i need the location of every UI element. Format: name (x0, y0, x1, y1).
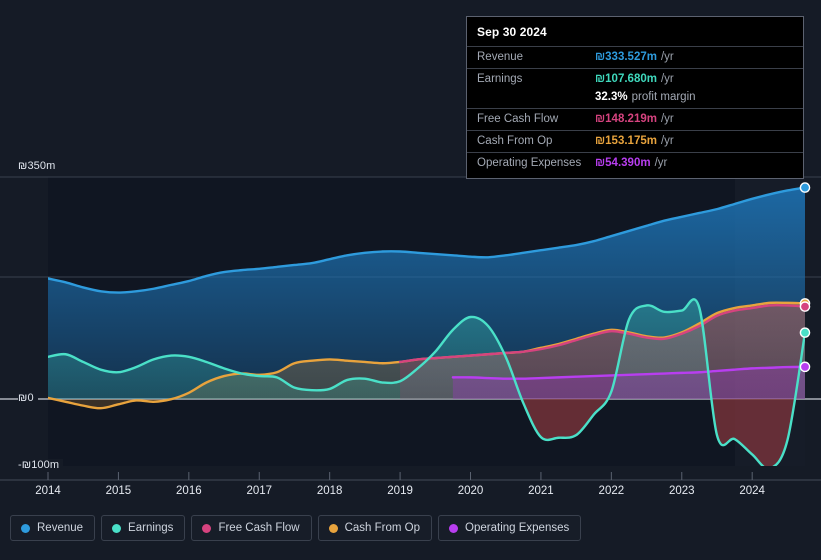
legend-item-earnings[interactable]: Earnings (101, 515, 186, 541)
legend-item-label: Cash From Op (344, 522, 421, 534)
y-axis-label-bottom: -₪100m (18, 459, 64, 471)
legend-item-cash-from-op[interactable]: Cash From Op (317, 515, 433, 541)
legend-color-dot-icon (112, 523, 122, 533)
x-axis-tick-label: 2023 (668, 485, 695, 497)
tooltip-metric-row: Operating Expenses ₪54.390m/yr (467, 152, 803, 174)
tooltip-metric-row: Free Cash Flow ₪148.219m/yr (467, 108, 803, 130)
tooltip-metric-row: Cash From Op ₪153.175m/yr (467, 130, 803, 152)
tooltip-metric-value: ₪153.175m (595, 135, 657, 147)
tooltip-value-group: 32.3% profit margin (595, 91, 696, 104)
tooltip-metric-row: Earnings ₪107.680m/yr (467, 68, 803, 90)
legend-item-label: Revenue (37, 522, 84, 534)
tooltip-value-group: ₪333.527m/yr (595, 51, 674, 64)
tooltip-metric-label: Cash From Op (477, 135, 553, 147)
legend-item-label: Free Cash Flow (218, 522, 300, 534)
tooltip-value-group: ₪54.390m/yr (595, 157, 667, 170)
tooltip-metric-value: 32.3% (595, 91, 628, 103)
tooltip-profit-margin-row: 32.3% profit margin (467, 90, 803, 108)
x-axis-tick-label: 2019 (387, 485, 413, 497)
financial-chart-widget: ₪350m ₪0 -₪100m 2014 2015 2016 2017 2018 2019… (0, 0, 821, 560)
x-axis-tick-label: 2015 (105, 485, 132, 497)
x-axis-tick-label: 2024 (739, 485, 765, 497)
tooltip-metric-value: ₪107.680m (595, 73, 657, 85)
tooltip-metric-unit: profit margin (631, 91, 696, 103)
x-axis-tick-label: 2017 (246, 485, 273, 497)
legend-color-dot-icon (449, 523, 459, 533)
data-tooltip: Sep 30 2024 Revenue ₪333.527m/yr Earnings ₪… (466, 16, 804, 179)
tooltip-metric-label: Operating Expenses (477, 157, 582, 169)
x-axis-tick-label: 2018 (316, 485, 343, 497)
legend-item-operating-expenses[interactable]: Operating Expenses (438, 515, 582, 541)
legend-item-label: Operating Expenses (465, 522, 570, 534)
y-axis-label-zero: ₪0 (18, 392, 38, 404)
tooltip-value-group: ₪148.219m/yr (595, 113, 674, 126)
tooltip-rows: Revenue ₪333.527m/yr Earnings ₪107.680m/yr 3… (467, 46, 803, 174)
legend-item-label: Earnings (128, 522, 174, 534)
legend-color-dot-icon (21, 523, 30, 533)
x-axis-tick-label: 2021 (528, 485, 554, 497)
tooltip-date: Sep 30 2024 (477, 25, 547, 39)
legend-item-free-cash-flow[interactable]: Free Cash Flow (191, 515, 312, 541)
x-axis-tick-label: 2016 (176, 485, 202, 497)
chart-legend[interactable]: Revenue Earnings Free Cash Flow Cash From O… (10, 515, 582, 541)
tooltip-value-group: ₪107.680m/yr (595, 73, 674, 86)
legend-item-revenue[interactable]: Revenue (10, 515, 96, 541)
legend-color-dot-icon (328, 523, 338, 533)
tooltip-value-group: ₪153.175m/yr (595, 135, 674, 148)
tooltip-metric-unit: /yr (660, 73, 674, 85)
tooltip-metric-unit: /yr (660, 51, 674, 63)
tooltip-metric-label: Earnings (477, 73, 523, 85)
legend-color-dot-icon (202, 523, 212, 533)
tooltip-metric-unit: /yr (660, 135, 674, 147)
x-axis-tick-label: 2014 (35, 485, 61, 497)
tooltip-metric-label: Revenue (477, 51, 524, 63)
tooltip-metric-unit: /yr (660, 113, 674, 125)
tooltip-metric-unit: /yr (654, 157, 668, 169)
y-axis-label-top: ₪350m (18, 160, 60, 172)
tooltip-metric-value: ₪148.219m (595, 113, 657, 125)
tooltip-metric-value: ₪54.390m (595, 157, 651, 169)
x-axis-tick-label: 2022 (598, 485, 625, 497)
tooltip-metric-row: Revenue ₪333.527m/yr (467, 46, 803, 68)
tooltip-metric-value: ₪333.527m (595, 51, 657, 63)
tooltip-metric-label: Free Cash Flow (477, 113, 559, 125)
x-axis-tick-label: 2020 (457, 485, 484, 497)
